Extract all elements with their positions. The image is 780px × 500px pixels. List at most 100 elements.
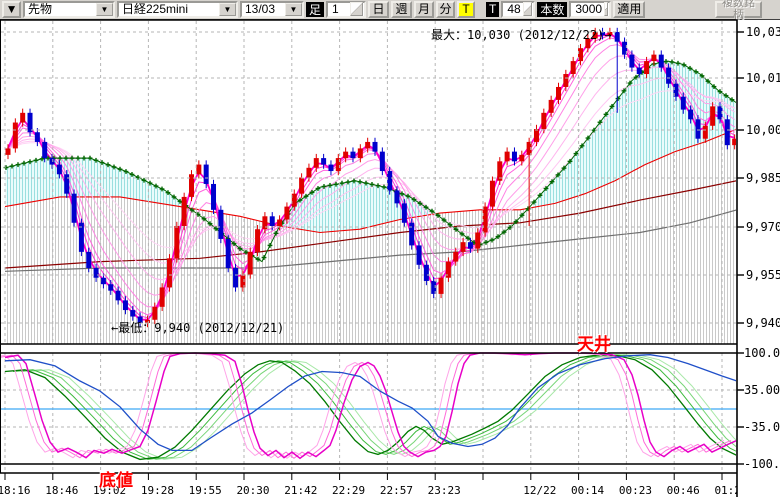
time-axis-label: 22:57 xyxy=(380,484,413,497)
candle-body xyxy=(409,223,414,246)
candle-body xyxy=(461,242,466,252)
candle-body xyxy=(519,155,524,161)
candle-body xyxy=(350,152,355,158)
candle-body xyxy=(204,165,209,184)
time-axis-label: 20:30 xyxy=(236,484,269,497)
candle-body xyxy=(534,129,539,142)
candle-body xyxy=(563,74,568,87)
candle-body xyxy=(710,106,715,125)
price-axis-label: 10,000 xyxy=(746,123,780,137)
candle-body xyxy=(277,220,282,226)
candle-body xyxy=(35,132,40,142)
candle-body xyxy=(270,216,275,226)
osc-axis-label: -35.00 xyxy=(744,420,780,434)
max-price-annotation: 最大：10,030 (2012/12/22)→ xyxy=(431,26,612,43)
candle-body xyxy=(314,158,319,168)
candle-body xyxy=(328,165,333,171)
candle-body xyxy=(94,268,99,278)
axis-labels: 10,03010,01510,0009,9859,9709,9559,94010… xyxy=(737,25,780,471)
candle-body xyxy=(292,194,297,207)
candle-body xyxy=(64,174,69,193)
candle-body xyxy=(226,239,231,268)
candle-body xyxy=(72,194,77,223)
time-axis-label: 22:29 xyxy=(332,484,365,497)
candle-body xyxy=(659,55,664,68)
candle-body xyxy=(101,278,106,284)
candle-body xyxy=(160,287,165,306)
candle-body xyxy=(306,168,311,178)
time-axis-label: 19:28 xyxy=(141,484,174,497)
candle-body xyxy=(50,158,55,164)
candle-body xyxy=(681,97,686,110)
candle-body xyxy=(703,126,708,139)
candle-body xyxy=(725,119,730,145)
candle-body xyxy=(424,265,429,281)
osc-axis-label: 100.00 xyxy=(744,346,780,360)
candle-body xyxy=(571,61,576,74)
candle-body xyxy=(365,142,370,148)
candle-body xyxy=(233,268,238,287)
time-axis-label: 00:23 xyxy=(619,484,652,497)
candle-body xyxy=(123,300,128,310)
candle-body xyxy=(439,278,444,294)
candle-body xyxy=(549,100,554,113)
candlestick-chart-svg[interactable]: 10,03010,01510,0009,9859,9709,9559,94010… xyxy=(0,0,780,500)
candle-body xyxy=(86,252,91,268)
candle-body xyxy=(182,197,187,226)
price-axis-label: 9,985 xyxy=(746,171,780,185)
candle-body xyxy=(174,226,179,258)
candle-body xyxy=(556,87,561,100)
candle-body xyxy=(218,210,223,239)
candle-body xyxy=(512,152,517,162)
time-axis-label: 21:42 xyxy=(284,484,317,497)
candle-body xyxy=(637,68,642,74)
oscillator-pane xyxy=(0,353,761,459)
candle-body xyxy=(644,61,649,74)
candle-body xyxy=(505,152,510,162)
time-axis-label: 01:25 xyxy=(714,484,747,497)
price-axis-label: 9,970 xyxy=(746,220,780,234)
candle-body xyxy=(299,178,304,194)
candle-body xyxy=(13,123,18,149)
time-axis-label: 00:14 xyxy=(571,484,604,497)
price-axis-label: 10,015 xyxy=(746,71,780,85)
time-axis-label: 12/22 xyxy=(523,484,556,497)
candle-body xyxy=(651,55,656,61)
candle-body xyxy=(152,307,157,320)
candle-body xyxy=(108,284,113,290)
candle-body xyxy=(395,190,400,203)
ceiling-annotation: 天井 xyxy=(577,330,611,355)
candle-body xyxy=(402,203,407,222)
min-price-annotation: ←最低：9,940 (2012/12/21) xyxy=(111,319,284,336)
candle-body xyxy=(358,148,363,158)
candle-body xyxy=(373,142,378,152)
time-axis-label: 18:46 xyxy=(45,484,78,497)
candle-body xyxy=(417,245,422,264)
chart-area[interactable]: 10,03010,01510,0009,9859,9709,9559,94010… xyxy=(0,0,780,500)
candle-body xyxy=(666,68,671,84)
candle-body xyxy=(6,148,11,154)
bottom-annotation: 底値 xyxy=(99,466,133,491)
candle-body xyxy=(42,142,47,158)
candle-body xyxy=(57,165,62,175)
price-axis-label: 9,940 xyxy=(746,316,780,330)
candle-body xyxy=(387,171,392,190)
candle-body xyxy=(28,113,33,132)
main-pane xyxy=(4,28,738,344)
time-axis-label: 00:46 xyxy=(667,484,700,497)
candle-body xyxy=(116,291,121,301)
candle-body xyxy=(688,110,693,120)
candle-body xyxy=(490,181,495,207)
time-axis-label: 23:23 xyxy=(428,484,461,497)
time-axis-label: 18:16 xyxy=(0,484,31,497)
candle-body xyxy=(196,165,201,175)
candle-body xyxy=(453,252,458,262)
candle-body xyxy=(468,242,473,248)
candle-body xyxy=(167,258,172,287)
candle-body xyxy=(248,252,253,275)
candle-body xyxy=(240,275,245,288)
candle-body xyxy=(130,310,135,316)
osc-pink-line xyxy=(0,353,724,458)
candle-body xyxy=(284,207,289,220)
candle-body xyxy=(615,32,620,42)
